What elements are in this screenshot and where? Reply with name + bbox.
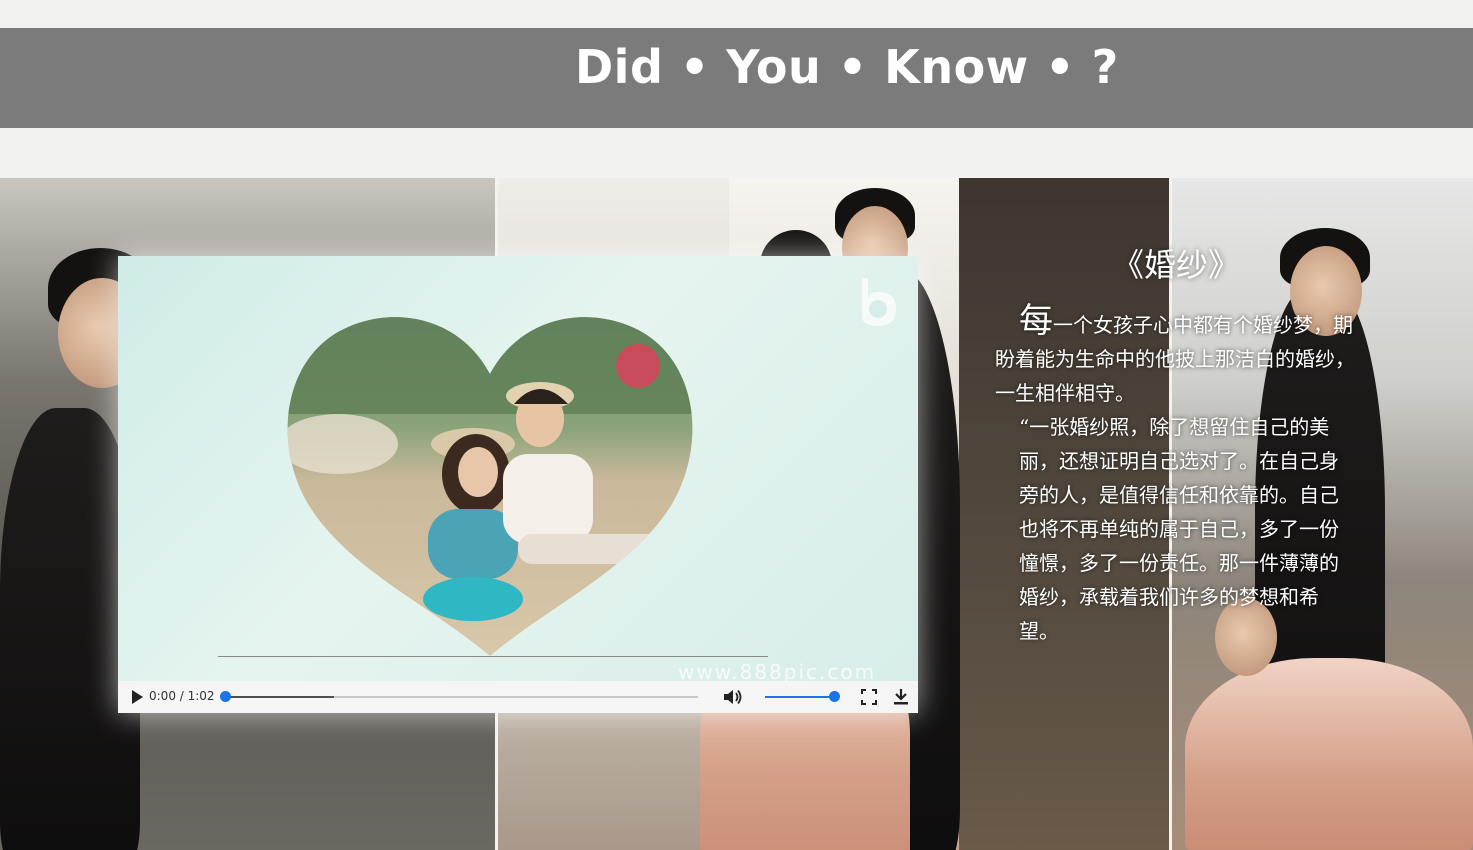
volume-slider[interactable]	[765, 691, 840, 702]
play-icon[interactable]	[128, 688, 146, 706]
video-watermark: www.888pic.com	[678, 660, 877, 681]
video-buffered-bar	[225, 696, 334, 698]
poem-paragraph-1: 每一个女孩子心中都有个婚纱梦，期盼着能为生命中的他披上那洁白的婚纱，一生相伴相守…	[995, 304, 1357, 410]
poem-text: 每一个女孩子心中都有个婚纱梦，期盼着能为生命中的他披上那洁白的婚纱，一生相伴相守…	[995, 304, 1357, 648]
video-divider-line	[218, 656, 768, 657]
poem-title: 《婚纱》	[1112, 246, 1241, 284]
page-title: Did • You • Know • ?	[575, 40, 1119, 94]
fullscreen-icon[interactable]	[861, 689, 877, 705]
volume-level-fill	[765, 696, 835, 698]
heart-photo	[287, 317, 693, 656]
download-icon[interactable]	[893, 688, 909, 706]
video-controls: 0:00 / 1:02	[118, 681, 918, 713]
bride-dress-right	[1185, 658, 1473, 850]
video-progress-handle[interactable]	[220, 691, 231, 702]
poem-first-character: 每	[1019, 301, 1053, 341]
page: Did • You • Know • ? www.888pic.com 0:00…	[0, 0, 1473, 850]
poem-paragraph-2: “一张婚纱照，除了想留住自己的美丽，还想证明自己选对了。在自己身旁的人，是值得信…	[1019, 415, 1339, 643]
volume-icon[interactable]	[722, 688, 742, 706]
video-player[interactable]: www.888pic.com 0:00 / 1:02	[118, 256, 918, 713]
video-frame[interactable]: www.888pic.com	[118, 256, 918, 681]
volume-handle[interactable]	[829, 691, 840, 702]
video-time: 0:00 / 1:02	[149, 689, 215, 703]
video-progress-bar[interactable]	[225, 696, 698, 698]
bilibili-logo-icon	[862, 278, 896, 326]
